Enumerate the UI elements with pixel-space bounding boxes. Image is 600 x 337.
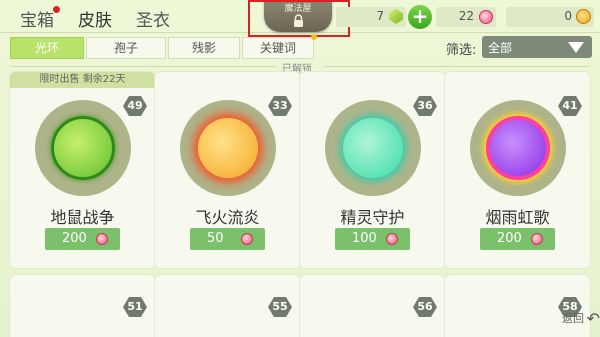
subtab-halo[interactable]: 光环 [10, 37, 84, 59]
gold-balance: 0 [506, 7, 594, 27]
price-value: 200 [497, 231, 522, 246]
subtab-spore[interactable]: 孢子 [86, 37, 166, 59]
section-divider-right [324, 66, 590, 67]
dropdown-arrow-icon [568, 42, 584, 53]
skin-name: 飞火流炎 [195, 208, 260, 227]
level-badge: 49 [123, 96, 147, 116]
notification-dot [311, 34, 317, 40]
skin-card[interactable]: 限时出售 剩余22天 49 地鼠战争 200 [10, 72, 155, 268]
tab-label: 宝箱 [20, 11, 54, 31]
skin-name: 烟雨虹歌 [485, 208, 550, 227]
price-value: 100 [352, 231, 377, 246]
buy-button[interactable]: 200 [480, 228, 555, 250]
candy-icon [96, 233, 108, 245]
halo-orb [198, 118, 258, 178]
gem-icon [389, 9, 403, 24]
subtab-label: 孢子 [113, 41, 138, 55]
coin-icon [576, 9, 591, 24]
halo-orb [486, 116, 550, 180]
notification-dot [53, 6, 60, 13]
subtab-label: 关键词 [259, 41, 296, 55]
add-currency-button[interactable]: + [408, 5, 432, 29]
subtab-label: 光环 [34, 41, 59, 55]
candy-icon [531, 233, 543, 245]
subtab-label: 残影 [191, 41, 216, 55]
limited-sale-banner: 限时出售 剩余22天 [10, 72, 155, 88]
tab-label: 圣衣 [136, 11, 170, 31]
section-divider-left [10, 66, 275, 67]
back-button[interactable]: 返回 [562, 310, 584, 326]
subtab-afterimage[interactable]: 残影 [168, 37, 240, 59]
halo-orb [343, 118, 403, 178]
candy-icon [386, 233, 398, 245]
gold-count: 0 [564, 9, 572, 23]
skin-card[interactable]: 36 精灵守护 100 [300, 72, 445, 268]
halo-orb [51, 116, 115, 180]
tab-skin[interactable]: 皮肤 [66, 4, 124, 31]
price-value: 50 [207, 231, 224, 246]
highlight-box [248, 0, 350, 37]
subtab-keyword[interactable]: 关键词 [242, 34, 317, 59]
filter-label: 筛选: [446, 43, 477, 58]
skin-name: 精灵守护 [340, 208, 405, 227]
back-arrow-icon[interactable]: ↶ [587, 309, 600, 328]
candy-balance: 22 [436, 7, 496, 27]
top-tabs: 宝箱 皮肤 圣衣 [8, 4, 182, 31]
gem-balance: 7 [336, 7, 406, 27]
candy-count: 22 [458, 9, 474, 23]
gem-count: 7 [376, 9, 384, 23]
buy-button[interactable]: 100 [335, 228, 410, 250]
candy-icon [479, 10, 493, 24]
candy-icon [241, 233, 253, 245]
level-badge: 33 [268, 96, 292, 116]
skin-card[interactable]: 41 烟雨虹歌 200 [445, 72, 590, 268]
tab-treasure-box[interactable]: 宝箱 [8, 4, 66, 31]
filter-dropdown[interactable]: 全部 [482, 36, 592, 58]
skin-card[interactable]: 33 飞火流炎 50 [155, 72, 300, 268]
buy-button[interactable]: 50 [190, 228, 265, 250]
skin-name: 地鼠战争 [50, 208, 115, 227]
buy-button[interactable]: 200 [45, 228, 120, 250]
level-badge: 36 [413, 96, 437, 116]
level-badge: 41 [558, 96, 582, 116]
filter-value: 全部 [488, 41, 513, 55]
tab-label: 皮肤 [78, 11, 112, 31]
price-value: 200 [62, 231, 87, 246]
tab-holy-robe[interactable]: 圣衣 [124, 4, 182, 31]
